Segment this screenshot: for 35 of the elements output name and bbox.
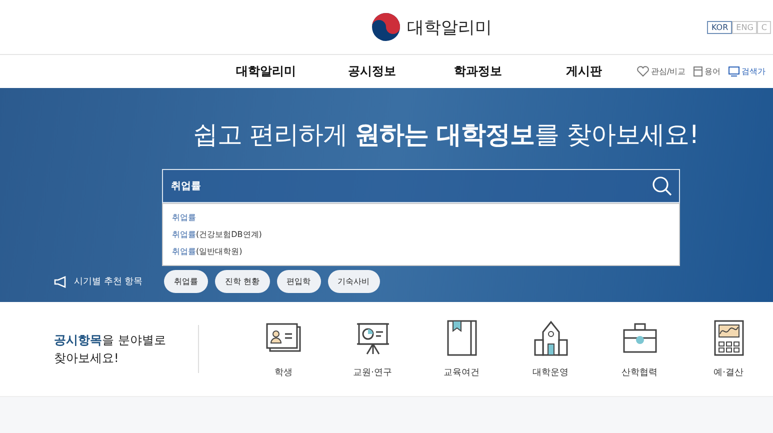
recommend-label: 시기별 추천 항목 — [74, 276, 143, 288]
heart-icon — [637, 66, 649, 77]
language-tab[interactable]: KOR — [707, 20, 732, 34]
search-field[interactable]: 취업률 — [162, 169, 680, 203]
recommend-tag[interactable]: 취업률 — [164, 270, 208, 293]
utility-link[interactable]: 검색가 — [728, 66, 766, 77]
recommend-tag[interactable]: 편입학 — [276, 270, 321, 293]
search-icon[interactable] — [652, 176, 672, 196]
site-logo-text[interactable]: 대학알리미 — [407, 16, 492, 38]
school-building-icon — [532, 320, 568, 356]
autocomplete-item[interactable]: 취업률(일반대학원) — [172, 243, 670, 260]
utility-link[interactable]: 용어 — [692, 66, 721, 77]
category-link[interactable]: 학생 — [239, 320, 328, 378]
category-link[interactable]: 교육여건 — [417, 320, 506, 378]
hero-title: 쉽고 편리하게 원하는 대학정보를 찾아보세요! — [193, 119, 699, 151]
nav-menu-item[interactable]: 공시정보 — [319, 63, 425, 80]
utility-link[interactable]: 관심/비교 — [637, 66, 686, 77]
autocomplete-item[interactable]: 취업률(건강보험DB연계) — [172, 226, 670, 243]
nav-menu-item[interactable]: 게시판 — [531, 63, 637, 80]
recommend-tag[interactable]: 기숙사비 — [328, 270, 380, 293]
autocomplete-item[interactable]: 취업률 — [172, 209, 670, 226]
calculator-icon — [714, 320, 744, 356]
nav-menu-item[interactable]: 대학알리미 — [213, 63, 319, 80]
recommend-tag[interactable]: 진학 현황 — [215, 270, 270, 293]
category-intro-text: 공시항목을 분야별로 찾아보세요! — [54, 325, 199, 373]
category-link[interactable]: 대학운영 — [506, 320, 595, 378]
category-link[interactable]: 예·결산 — [684, 320, 773, 378]
category-link[interactable]: 교원·연구 — [328, 320, 417, 378]
nav-menu-item[interactable]: 학과정보 — [425, 63, 531, 80]
monitor-icon — [728, 66, 740, 77]
logo-icon — [371, 12, 401, 42]
book-icon — [446, 320, 476, 356]
megaphone-icon — [54, 276, 68, 288]
category-link[interactable]: 산학협력 — [595, 320, 684, 378]
book-icon — [692, 66, 703, 77]
